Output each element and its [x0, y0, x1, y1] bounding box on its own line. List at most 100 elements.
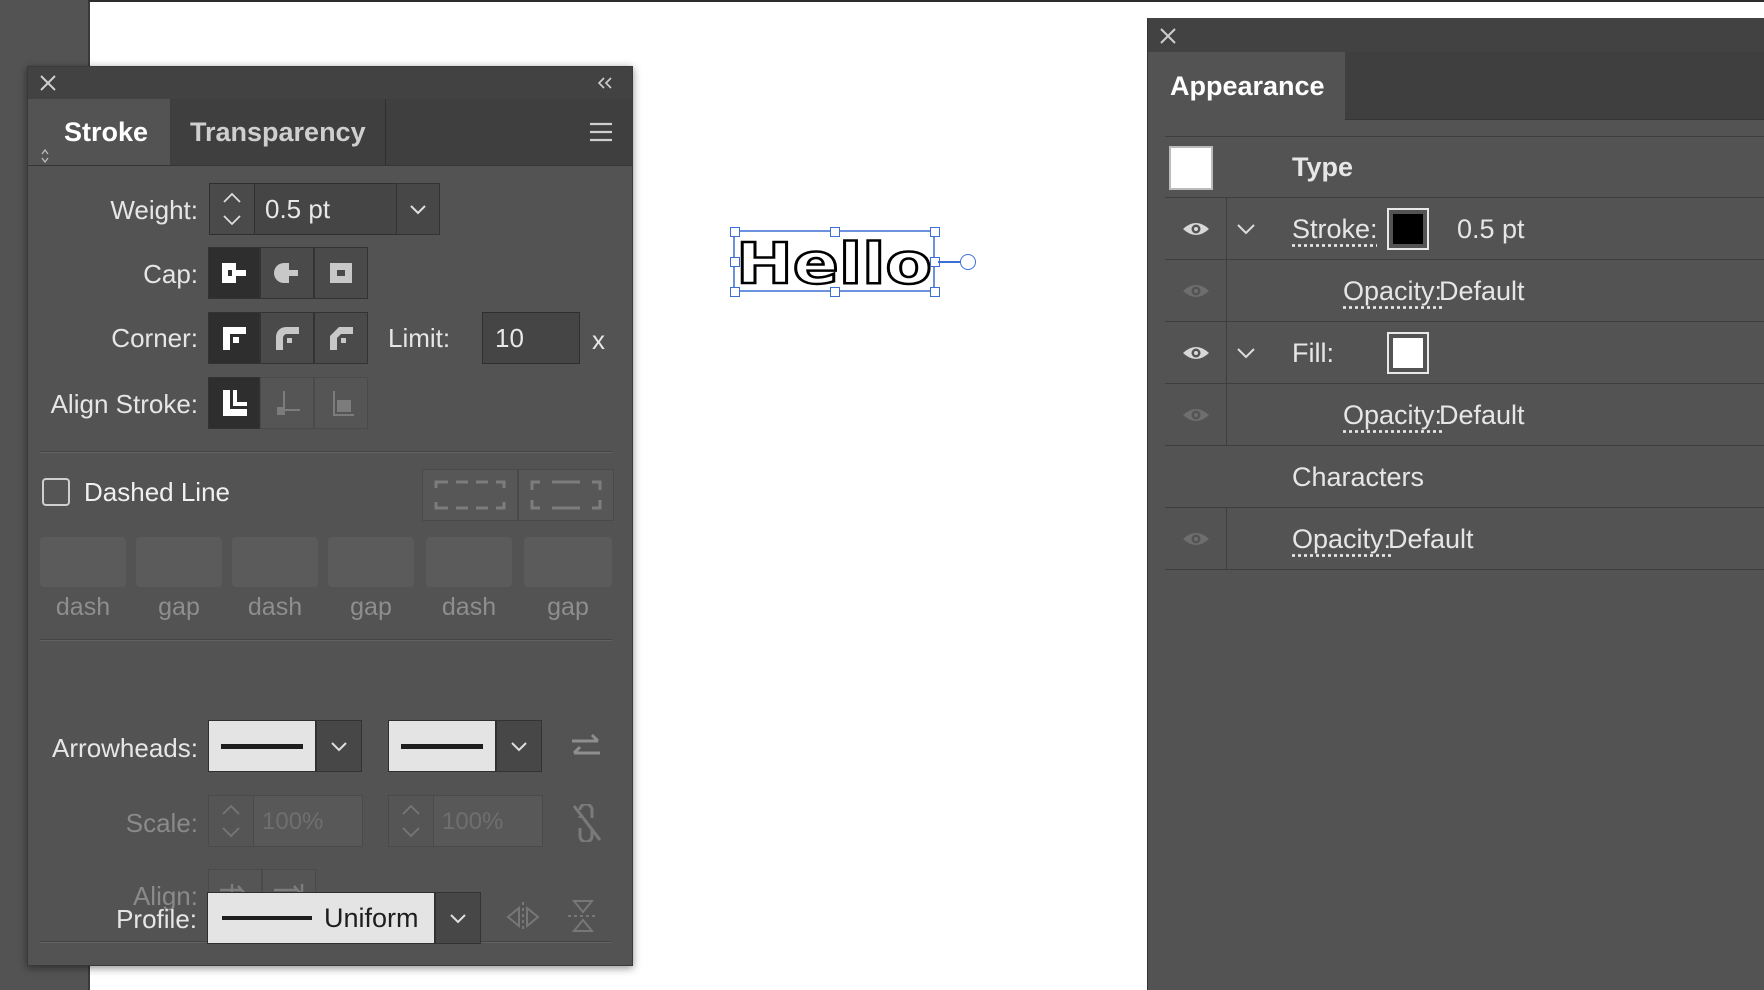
miter-join-button[interactable] — [208, 312, 260, 364]
weight-stepper[interactable] — [209, 183, 255, 235]
preserve-dash-button[interactable] — [422, 469, 518, 521]
flip-along-icon[interactable] — [505, 900, 541, 934]
align-stroke-center-button[interactable] — [208, 377, 260, 429]
selection-handle[interactable] — [930, 227, 940, 237]
opacity-label[interactable]: Opacity: — [1343, 384, 1442, 446]
type-thumbnail — [1169, 146, 1213, 190]
selection-handle[interactable] — [730, 257, 740, 267]
type-row[interactable]: Type — [1165, 136, 1764, 198]
arrowheads-label: Arrowheads: — [28, 733, 198, 765]
stroke-panel: Stroke Transparency Weight: 0.5 pt Cap: … — [27, 66, 633, 966]
arrowhead-line-preview — [221, 744, 303, 749]
limit-input[interactable]: 10 — [482, 312, 580, 364]
opacity-value: Default — [1439, 260, 1525, 322]
panel-tabbar: Appearance — [1148, 52, 1764, 120]
panel-titlebar[interactable] — [1148, 18, 1764, 52]
dash-field-3[interactable] — [426, 537, 512, 587]
weight-input[interactable]: 0.5 pt — [254, 183, 397, 235]
scale-end-stepper[interactable] — [388, 795, 434, 847]
selection-handle[interactable] — [830, 227, 840, 237]
tab-stroke-label: Stroke — [64, 99, 148, 165]
opacity-label[interactable]: Opacity: — [1292, 508, 1391, 570]
eye-icon — [1181, 219, 1211, 239]
start-arrowhead-select[interactable] — [208, 720, 316, 772]
stroke-label[interactable]: Stroke: — [1292, 198, 1378, 260]
characters-row[interactable]: Characters — [1165, 446, 1764, 508]
double-chevron-left-icon[interactable] — [596, 75, 614, 91]
text-port-circle[interactable] — [960, 254, 976, 270]
close-icon[interactable] — [38, 73, 58, 93]
dash-field-2[interactable] — [232, 537, 318, 587]
panel-titlebar[interactable] — [28, 67, 632, 100]
tab-transparency[interactable]: Transparency — [170, 99, 386, 165]
characters-label: Characters — [1292, 446, 1424, 508]
end-arrowhead-select[interactable] — [388, 720, 496, 772]
scale-end-input[interactable]: 100% — [433, 795, 543, 847]
dash-field-1[interactable] — [40, 537, 126, 587]
object-opacity-row[interactable]: Opacity: Default — [1165, 508, 1764, 570]
stroke-swatch[interactable] — [1387, 208, 1429, 250]
fill-row[interactable]: Fill: — [1165, 322, 1764, 384]
flip-across-icon[interactable] — [566, 897, 600, 935]
hello-text-object[interactable]: Hello — [734, 231, 936, 293]
limit-suffix: x — [592, 325, 612, 357]
chevron-down-icon[interactable] — [1235, 342, 1257, 364]
butt-cap-button[interactable] — [208, 247, 260, 299]
chevron-down-icon[interactable] — [1235, 218, 1257, 240]
weight-dropdown[interactable] — [396, 183, 440, 235]
limit-label: Limit: — [388, 323, 478, 355]
profile-select[interactable]: Uniform — [207, 892, 435, 944]
swap-arrowheads-icon[interactable] — [568, 731, 604, 763]
appearance-list: Type Stroke: 0.5 pt Opacity: Default Fil… — [1148, 136, 1764, 990]
dashed-line-checkbox[interactable] — [42, 478, 70, 506]
dash-label: dash — [426, 593, 512, 622]
selection-handle[interactable] — [730, 287, 740, 297]
separator — [40, 451, 612, 453]
fill-swatch-fill — [1393, 338, 1423, 368]
visibility-toggle[interactable] — [1165, 322, 1227, 383]
arrowhead-line-preview — [401, 744, 483, 749]
visibility-toggle[interactable] — [1165, 198, 1227, 259]
opacity-value: Default — [1388, 508, 1474, 570]
align-stroke-inside-button[interactable] — [260, 377, 314, 429]
gap-field-2[interactable] — [328, 537, 414, 587]
scale-end-value: 100% — [442, 808, 503, 835]
opacity-label[interactable]: Opacity: — [1343, 260, 1442, 322]
profile-dropdown[interactable] — [435, 892, 481, 944]
projecting-cap-button[interactable] — [314, 247, 368, 299]
stroke-row[interactable]: Stroke: 0.5 pt — [1165, 198, 1764, 260]
visibility-toggle[interactable] — [1165, 508, 1227, 569]
align-dash-corners-button[interactable] — [518, 469, 614, 521]
tab-stroke[interactable]: Stroke — [28, 99, 170, 165]
profile-line-preview — [222, 916, 312, 920]
link-scale-icon[interactable] — [570, 804, 604, 842]
scale-start-value: 100% — [262, 808, 323, 835]
visibility-toggle[interactable] — [1165, 260, 1227, 321]
dash-label: dash — [232, 593, 318, 622]
gap-field-1[interactable] — [136, 537, 222, 587]
round-cap-button[interactable] — [260, 247, 314, 299]
weight-value: 0.5 pt — [265, 194, 330, 224]
tab-appearance[interactable]: Appearance — [1148, 52, 1345, 120]
close-icon[interactable] — [1158, 26, 1178, 46]
fill-opacity-row[interactable]: Opacity: Default — [1165, 384, 1764, 446]
align-stroke-outside-button[interactable] — [314, 377, 368, 429]
scale-start-stepper[interactable] — [208, 795, 254, 847]
fill-swatch[interactable] — [1387, 332, 1429, 374]
gap-label: gap — [136, 593, 222, 622]
stroke-opacity-row[interactable]: Opacity: Default — [1165, 260, 1764, 322]
cap-label: Cap: — [28, 259, 198, 291]
separator — [40, 639, 612, 641]
end-arrowhead-dropdown[interactable] — [496, 720, 542, 772]
selection-handle[interactable] — [830, 287, 840, 297]
bevel-join-button[interactable] — [314, 312, 368, 364]
gap-field-3[interactable] — [524, 537, 612, 587]
selection-handle[interactable] — [730, 227, 740, 237]
tab-appearance-label: Appearance — [1148, 71, 1325, 101]
round-join-button[interactable] — [260, 312, 314, 364]
start-arrowhead-dropdown[interactable] — [316, 720, 362, 772]
scale-start-input[interactable]: 100% — [253, 795, 363, 847]
selection-handle[interactable] — [930, 287, 940, 297]
hamburger-menu-icon[interactable] — [588, 121, 614, 143]
visibility-toggle[interactable] — [1165, 384, 1227, 445]
